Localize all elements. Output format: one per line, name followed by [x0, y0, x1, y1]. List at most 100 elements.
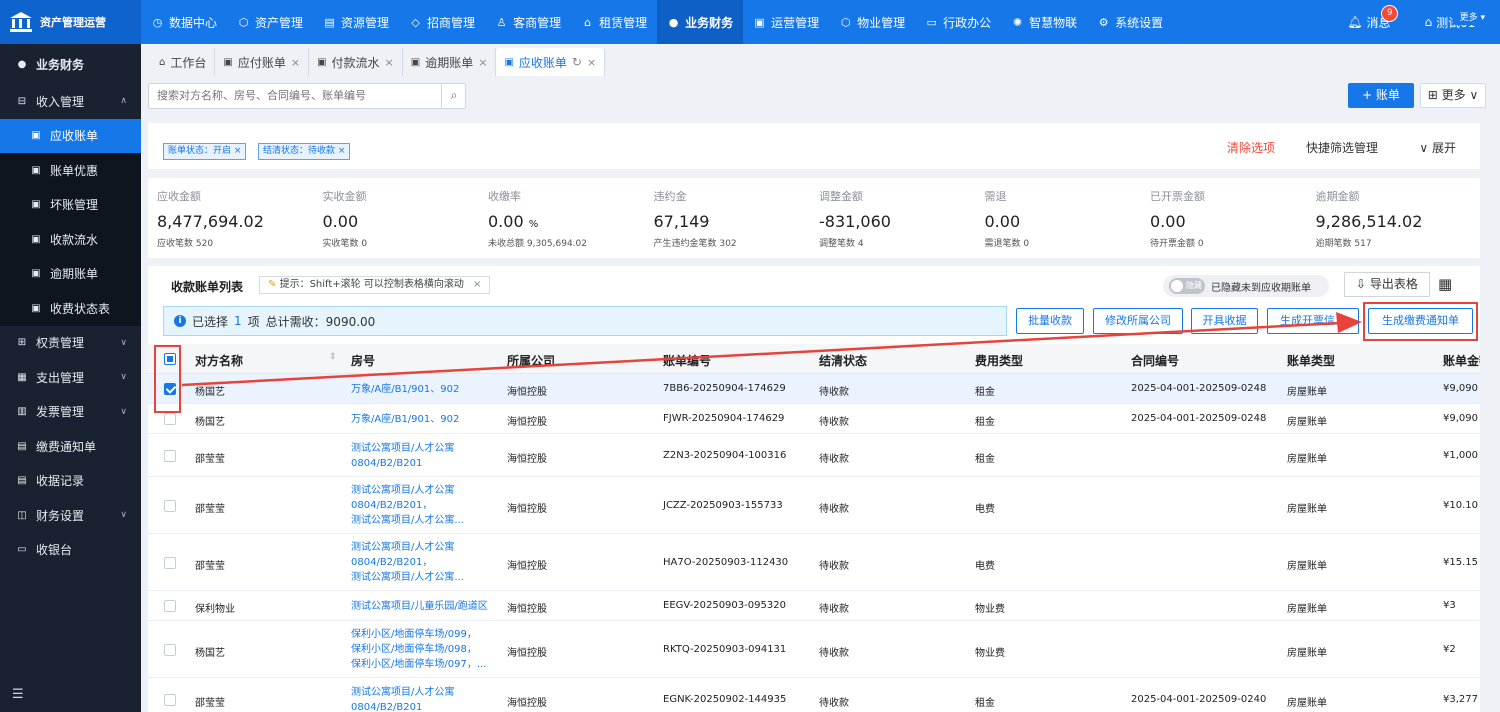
nav-item-11[interactable]: ⚙ 系统设置 — [1087, 0, 1173, 44]
col-header-fee-type[interactable]: 费用类型 — [975, 352, 1023, 369]
hide-future-bills-toggle[interactable]: 隐藏 已隐藏未到应收期账单 — [1163, 275, 1329, 297]
filter-tag-bill-status[interactable]: 账单状态：开启 × — [163, 143, 247, 160]
sidebar-group-6[interactable]: ◫ 财务设置 ∨ — [0, 498, 141, 533]
sidebar-item-0-1[interactable]: ▣ 账单优惠 — [0, 153, 141, 188]
search-input[interactable] — [148, 83, 466, 109]
nav-item-7[interactable]: ▣ 运营管理 — [743, 0, 829, 44]
sort-icon[interactable]: ⇕ — [329, 352, 337, 362]
close-tab-icon[interactable]: × — [291, 56, 300, 69]
expand-filters-button[interactable]: ∨ 展开 — [1419, 139, 1456, 156]
tab-4[interactable]: ▣ 应收账单 ↻ × — [496, 48, 606, 76]
col-header-status[interactable]: 结清状态 — [819, 352, 867, 369]
close-tab-icon[interactable]: × — [587, 56, 596, 69]
tab-label: 应付账单 — [237, 55, 286, 70]
nav-item-6[interactable]: ● 业务财务 — [657, 0, 744, 44]
page-icon: ▣ — [410, 56, 421, 68]
row-checkbox[interactable] — [164, 600, 176, 612]
app-logo[interactable]: 资产管理运营 — [0, 0, 141, 44]
col-header-name[interactable]: 对方名称 — [195, 352, 243, 369]
nav-item-8[interactable]: ⬡ 物业管理 — [829, 0, 915, 44]
sidebar-item-icon: ▣ — [31, 199, 41, 211]
cell-room-link[interactable]: 测试公寓项目/儿童乐园/跑道区 — [351, 599, 488, 614]
cell-fee-type: 租金 — [975, 453, 995, 465]
row-checkbox[interactable] — [164, 499, 176, 512]
column-settings-icon[interactable]: ▦ — [1438, 275, 1452, 293]
messages-button[interactable]: 🔔︎ 消息 9 — [1347, 4, 1399, 31]
table-row[interactable]: 邵莹莹 测试公寓项目/人才公寓 0804/B2/B201， 测试公寓项目/人才公寓..… — [148, 534, 1480, 591]
col-header-company[interactable]: 所属公司 — [507, 352, 555, 369]
tab-0[interactable]: ⌂ 工作台 — [151, 48, 216, 76]
issue-receipt-button[interactable]: 开具收据 — [1191, 308, 1258, 334]
row-checkbox[interactable] — [164, 449, 176, 462]
row-checkbox[interactable] — [164, 693, 176, 706]
search-icon[interactable]: ⌕ — [441, 83, 466, 109]
tab-3[interactable]: ▣ 逾期账单 × — [403, 48, 497, 76]
nav-item-0[interactable]: ◷ 数据中心 — [141, 0, 227, 44]
close-hint-icon[interactable]: × — [473, 279, 481, 290]
cell-room-link[interactable]: 测试公寓项目/人才公寓 0804/B2/B201， 测试公寓项目/人才公寓... — [351, 540, 464, 585]
col-header-bill-type[interactable]: 账单类型 — [1287, 352, 1335, 369]
cell-bill-type: 房屋账单 — [1287, 503, 1327, 515]
generate-invoice-info-button[interactable]: 生成开票信息 — [1267, 308, 1359, 334]
change-company-button[interactable]: 修改所属公司 — [1093, 308, 1183, 334]
tab-1[interactable]: ▣ 应付账单 × — [215, 48, 310, 76]
col-header-bill-no[interactable]: 账单编号 — [663, 352, 711, 369]
cell-room-link[interactable]: 测试公寓项目/人才公寓 0804/B2/B201 — [351, 685, 454, 712]
sidebar-group-2[interactable]: ▦ 支出管理 ∨ — [0, 360, 141, 395]
col-header-amount[interactable]: 账单金额 — [1443, 352, 1480, 369]
clear-filters-link[interactable]: 清除选项 — [1227, 139, 1275, 156]
nav-item-1[interactable]: ⬡ 资产管理 — [227, 0, 313, 44]
row-checkbox[interactable] — [164, 413, 176, 425]
nav-item-9[interactable]: ▭ 行政办公 — [915, 0, 1001, 44]
nav-item-2[interactable]: ▤ 资源管理 — [313, 0, 399, 44]
info-icon: i — [174, 315, 186, 327]
collapse-sidebar-icon[interactable]: ☰ — [12, 687, 24, 702]
batch-collect-button[interactable]: 批量收款 — [1016, 308, 1084, 334]
sidebar-item-0-4[interactable]: ▣ 逾期账单 — [0, 256, 141, 291]
sidebar-group-7[interactable]: ▭ 收银台 — [0, 533, 141, 568]
close-tab-icon[interactable]: × — [385, 56, 394, 69]
close-tab-icon[interactable]: × — [478, 56, 487, 69]
col-header-contract-no[interactable]: 合同编号 — [1131, 352, 1179, 369]
sidebar-group-0[interactable]: ⊟ 收入管理 ∧ — [0, 84, 141, 119]
row-checkbox[interactable] — [164, 643, 176, 656]
sidebar-group-4[interactable]: ▤ 缴费通知单 — [0, 429, 141, 464]
nav-item-10[interactable]: ✺ 智慧物联 — [1001, 0, 1087, 44]
table-row[interactable]: 杨国艺 万象/A座/B1/901、902 海恒控股 7BB6-20250904-174… — [148, 374, 1480, 404]
nav-item-3[interactable]: ◇ 招商管理 — [399, 0, 485, 44]
sidebar-group-5[interactable]: ▤ 收据记录 — [0, 464, 141, 499]
quick-filter-manage-link[interactable]: 快捷筛选管理 — [1306, 139, 1378, 156]
nav-item-4[interactable]: ♙ 客商管理 — [485, 0, 571, 44]
table-row[interactable]: 保利物业 测试公寓项目/儿童乐园/跑道区 海恒控股 EEGV-20250903-095… — [148, 591, 1480, 621]
filter-tag-settle-status[interactable]: 结清状态：待收款 × — [258, 143, 351, 160]
sidebar-item-0-5[interactable]: ▣ 收费状态表 — [0, 291, 141, 326]
cell-room-link[interactable]: 测试公寓项目/人才公寓 0804/B2/B201 — [351, 441, 454, 471]
table-row[interactable]: 邵莹莹 测试公寓项目/人才公寓 0804/B2/B201， 测试公寓项目/人才公寓..… — [148, 477, 1480, 534]
col-header-room[interactable]: 房号 — [351, 352, 375, 369]
cell-fee-type: 电费 — [975, 560, 995, 572]
stat-subtext: 实收笔数 0 — [322, 239, 368, 249]
cell-room-link[interactable]: 万象/A座/B1/901、902 — [351, 412, 459, 427]
tab-2[interactable]: ▣ 付款流水 × — [309, 48, 403, 76]
export-table-button[interactable]: ⇩ 导出表格 — [1344, 272, 1430, 297]
stat-label: 需退 — [984, 190, 1007, 203]
table-row[interactable]: 杨国艺 万象/A座/B1/901、902 海恒控股 FJWR-20250904-174… — [148, 404, 1480, 434]
toggle-switch[interactable]: 隐藏 — [1169, 278, 1205, 294]
table-row[interactable]: 邵莹莹 测试公寓项目/人才公寓 0804/B2/B201 海恒控股 Z2N3-20250… — [148, 434, 1480, 477]
cell-room-link[interactable]: 测试公寓项目/人才公寓 0804/B2/B201， 测试公寓项目/人才公寓... — [351, 483, 464, 528]
add-bill-button[interactable]: + 账单 — [1348, 83, 1414, 108]
tabs-more-button[interactable]: 更多 ▾ — [1452, 8, 1492, 25]
refresh-icon[interactable]: ↻ — [572, 55, 582, 69]
cell-room-link[interactable]: 保利小区/地面停车场/099， 保利小区/地面停车场/098， 保利小区/地面停车场… — [351, 627, 486, 672]
table-row[interactable]: 杨国艺 保利小区/地面停车场/099， 保利小区/地面停车场/098， 保利小区/地面… — [148, 621, 1480, 678]
nav-item-5[interactable]: ⌂ 租赁管理 — [571, 0, 657, 44]
sidebar-group-1[interactable]: ⊞ 权责管理 ∨ — [0, 326, 141, 361]
sidebar-item-0-3[interactable]: ▣ 收款流水 — [0, 222, 141, 257]
sidebar-group-3[interactable]: ▥ 发票管理 ∨ — [0, 395, 141, 430]
row-checkbox[interactable] — [164, 556, 176, 569]
table-row[interactable]: 邵莹莹 测试公寓项目/人才公寓 0804/B2/B201 海恒控股 EGNK-20250… — [148, 678, 1480, 712]
sidebar-item-0-0[interactable]: ▣ 应收账单 — [0, 118, 141, 153]
sidebar-item-0-2[interactable]: ▣ 坏账管理 — [0, 187, 141, 222]
cell-room-link[interactable]: 万象/A座/B1/901、902 — [351, 382, 459, 397]
more-actions-button[interactable]: ⊞ 更多 ∨ — [1420, 83, 1486, 108]
